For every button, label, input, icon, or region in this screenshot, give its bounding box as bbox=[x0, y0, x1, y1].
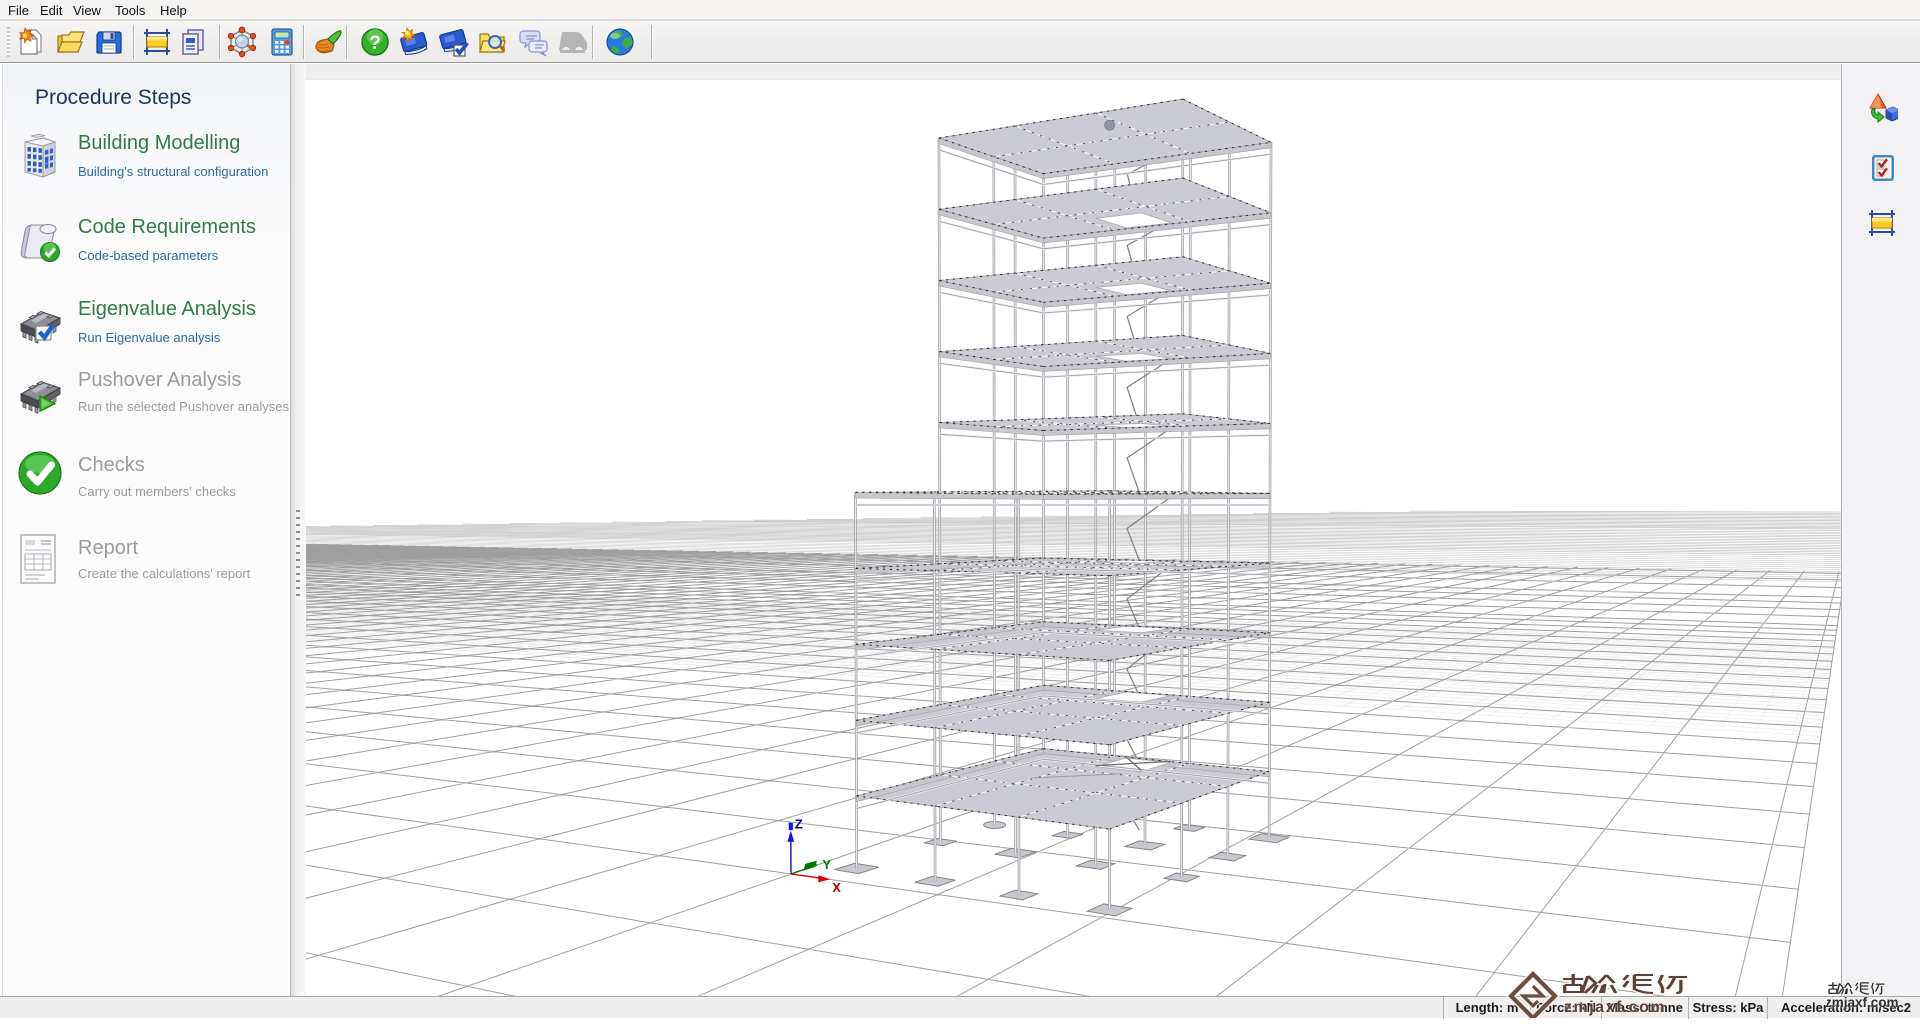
svg-text:Z: Z bbox=[795, 817, 803, 832]
svg-text:zmjaxf.com: zmjaxf.com bbox=[1827, 995, 1899, 1010]
svg-text:?: ? bbox=[369, 33, 381, 54]
svg-text:zmjaxf.com: zmjaxf.com bbox=[1564, 999, 1666, 1016]
svg-text:X: X bbox=[832, 880, 841, 895]
svg-text:Y: Y bbox=[822, 857, 831, 872]
